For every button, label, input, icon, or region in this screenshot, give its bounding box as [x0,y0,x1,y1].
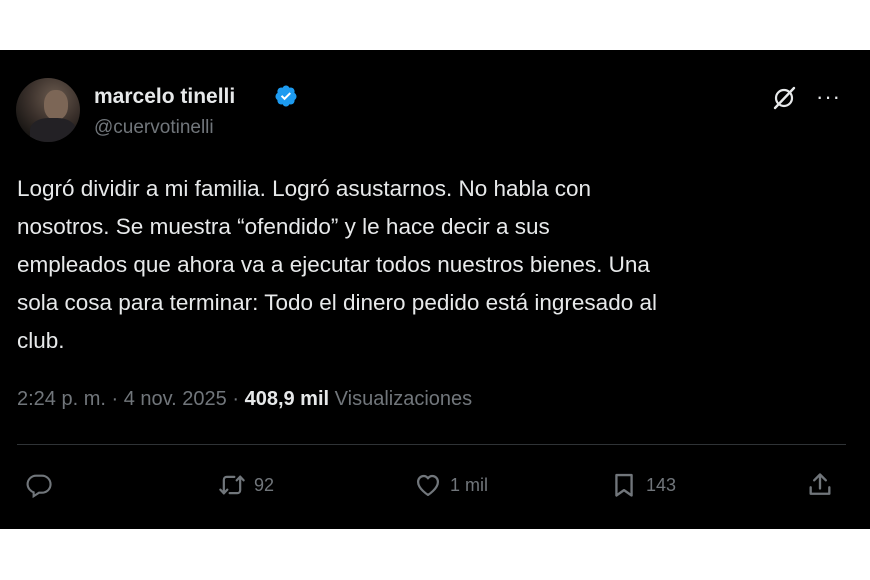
views-label: Visualizaciones [334,388,473,410]
like-button[interactable]: 1 mil [414,470,488,500]
retweet-count: 92 [254,474,275,495]
tweet-meta: 2:24 p. m. · 4 nov. 2025 · 408,9 mil Vis… [17,388,472,411]
verified-badge-icon [275,85,297,107]
share-button[interactable] [806,470,834,500]
share-icon [809,473,831,495]
author-handle[interactable]: @cuervotinelli [94,117,214,139]
grok-icon[interactable] [771,85,797,111]
meta-separator: · [111,388,119,410]
tweet-time[interactable]: 2:24 p. m. [17,388,106,410]
author-name[interactable]: marcelo tinelli [94,85,235,109]
tweet-text: Logró dividir a mi familia. Logró asusta… [17,176,657,353]
retweet-button[interactable]: 92 [218,470,274,500]
reply-icon [26,474,52,499]
bookmark-icon [615,473,633,497]
retweet-icon [219,475,245,495]
avatar-body [30,118,76,142]
heart-icon [416,474,440,497]
views-count: 408,9 mil [244,388,330,410]
divider [17,444,846,445]
like-count: 1 mil [450,474,489,495]
reply-button[interactable] [25,470,61,500]
more-icon[interactable]: ··· [816,84,841,110]
avatar-face [44,90,68,120]
bookmark-button[interactable]: 143 [610,470,676,500]
tweet-date[interactable]: 4 nov. 2025 [124,388,227,410]
meta-separator: · [232,388,240,410]
avatar[interactable] [16,78,80,142]
bookmark-count: 143 [646,474,677,495]
